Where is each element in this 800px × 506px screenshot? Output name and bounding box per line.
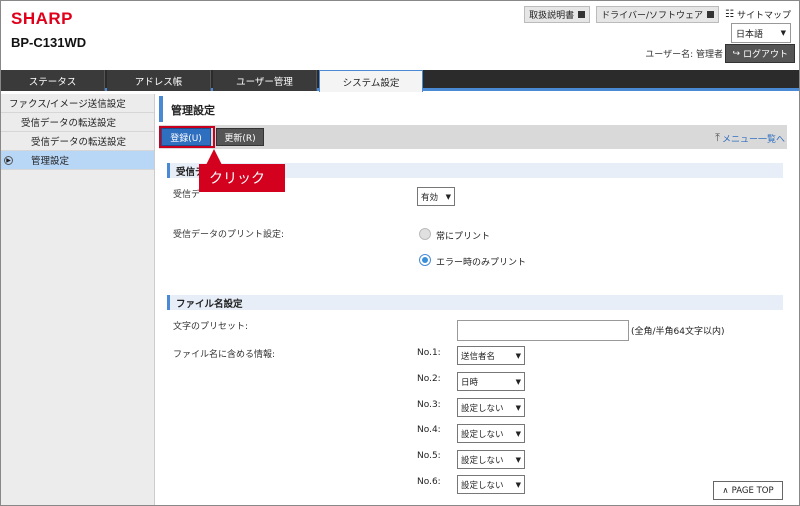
sidebar-item-label: 管理設定 (31, 156, 70, 167)
manual-link[interactable]: 取扱説明書 (524, 6, 591, 23)
tab-user-management[interactable]: ユーザー管理 (213, 70, 317, 91)
filename-no-label: No.6: (417, 477, 441, 487)
toolbar: 登録(U) 更新(R) ⤒ メニュー一覧へ (159, 125, 787, 149)
main-content: 管理設定 登録(U) 更新(R) ⤒ メニュー一覧へ 受信デ 受信デ クリック … (159, 94, 799, 505)
filename-select-2[interactable]: 日時 ▼ (457, 372, 525, 391)
driver-link-label: ドライバー/ソフトウェア (601, 11, 704, 21)
filename-select-1[interactable]: 送信者名 ▼ (457, 346, 525, 365)
chevron-down-icon: ▼ (780, 29, 786, 37)
filename-info-label: ファイル名に含める情報: (173, 350, 276, 360)
filename-select-value: 設定しない (461, 480, 504, 491)
header-links: 取扱説明書 ドライバー/ソフトウェア ☷ サイトマップ (524, 6, 791, 23)
sidebar-item-admin-settings[interactable]: ▶ 管理設定 (1, 151, 154, 170)
section-header-filename: ファイル名設定 (167, 295, 783, 310)
main-tabs: ステータス アドレス帳 ユーザー管理 システム設定 (1, 70, 799, 92)
arrow-up-icon: ⤒ (715, 131, 720, 144)
page-title: 管理設定 (171, 104, 215, 117)
logout-icon: ↪ (732, 48, 740, 59)
sitemap-link[interactable]: ☷ サイトマップ (725, 8, 791, 21)
sidebar-item-forward-settings-sub[interactable]: 受信データの転送設定 (1, 132, 154, 151)
browser-frame: SHARP BP-C131WD 取扱説明書 ドライバー/ソフトウェア ☷ サイト… (0, 0, 800, 506)
preset-input[interactable] (457, 320, 629, 341)
sidebar-item-fax-image-send[interactable]: ファクス/イメージ送信設定 (1, 94, 154, 113)
sitemap-icon: ☷ (725, 9, 734, 20)
tab-status[interactable]: ステータス (1, 70, 105, 91)
highlight-box (159, 126, 215, 148)
callout-pointer (206, 149, 222, 165)
filename-no-label: No.5: (417, 451, 441, 461)
filename-select-value: 設定しない (461, 429, 504, 440)
filename-select-value: 設定しない (461, 403, 504, 414)
chevron-down-icon: ▼ (515, 455, 521, 464)
section-title-filename: ファイル名設定 (176, 298, 243, 310)
radio-always-print-label: 常にプリント (436, 232, 491, 242)
manual-link-label: 取扱説明書 (529, 11, 575, 21)
filename-select-value: 日時 (461, 377, 479, 388)
filename-select-value: 設定しない (461, 455, 504, 466)
filename-no-label: No.1: (417, 348, 441, 358)
user-name-label: ユーザー名: 管理者 (645, 50, 723, 60)
page-top-button[interactable]: ∧ PAGE TOP (713, 481, 783, 500)
chevron-down-icon: ▼ (515, 351, 521, 360)
language-value: 日本語 (736, 29, 764, 40)
sidebar-item-forward-settings[interactable]: 受信データの転送設定 (1, 113, 154, 132)
radio-error-print-label: エラー時のみプリント (436, 258, 527, 268)
chevron-down-icon: ▼ (445, 192, 451, 201)
radio-always-print[interactable] (419, 228, 431, 240)
chevron-down-icon: ▼ (515, 403, 521, 412)
enabled-select-value: 有効 (421, 192, 439, 203)
receive-label: 受信デ (173, 190, 201, 200)
sidebar: ファクス/イメージ送信設定 受信データの転送設定 受信データの転送設定 ▶ 管理… (1, 94, 155, 505)
external-link-icon (578, 11, 586, 18)
filename-select-6[interactable]: 設定しない ▼ (457, 475, 525, 494)
preset-label: 文字のプリセット: (173, 322, 249, 332)
chevron-down-icon: ▼ (515, 377, 521, 386)
model-name: BP-C131WD (11, 35, 87, 50)
click-callout: クリック (199, 164, 285, 192)
sitemap-label: サイトマップ (736, 11, 791, 21)
filename-no-label: No.3: (417, 400, 441, 410)
menu-list-link[interactable]: ⤒ メニュー一覧へ (715, 131, 785, 145)
brand-logo: SHARP (11, 9, 74, 28)
title-accent-bar (159, 96, 163, 122)
filename-select-5[interactable]: 設定しない ▼ (457, 450, 525, 469)
chevron-down-icon: ▼ (515, 429, 521, 438)
logout-button[interactable]: ↪ ログアウト (725, 44, 795, 63)
preset-hint: (全角/半角64文字以内) (631, 327, 725, 337)
menu-list-label: メニュー一覧へ (721, 134, 785, 145)
filename-select-value: 送信者名 (461, 351, 496, 362)
enabled-select[interactable]: 有効 ▼ (417, 187, 455, 206)
page-top-label: PAGE TOP (731, 485, 774, 496)
filename-select-4[interactable]: 設定しない ▼ (457, 424, 525, 443)
radio-error-print[interactable] (419, 254, 431, 266)
tab-system-settings[interactable]: システム設定 (319, 70, 423, 92)
language-select[interactable]: 日本語 ▼ (731, 23, 791, 43)
filename-no-label: No.2: (417, 374, 441, 384)
chevron-up-icon: ∧ (722, 485, 729, 496)
driver-link[interactable]: ドライバー/ソフトウェア (596, 6, 720, 23)
logout-label: ログアウト (742, 50, 788, 60)
update-button[interactable]: 更新(R) (216, 128, 264, 146)
filename-no-label: No.4: (417, 425, 441, 435)
external-link-icon (707, 11, 715, 18)
tab-address-book[interactable]: アドレス帳 (107, 70, 211, 91)
print-setting-label: 受信データのプリント設定: (173, 230, 285, 240)
filename-select-3[interactable]: 設定しない ▼ (457, 398, 525, 417)
arrow-right-icon: ▶ (4, 156, 13, 165)
chevron-down-icon: ▼ (515, 480, 521, 489)
